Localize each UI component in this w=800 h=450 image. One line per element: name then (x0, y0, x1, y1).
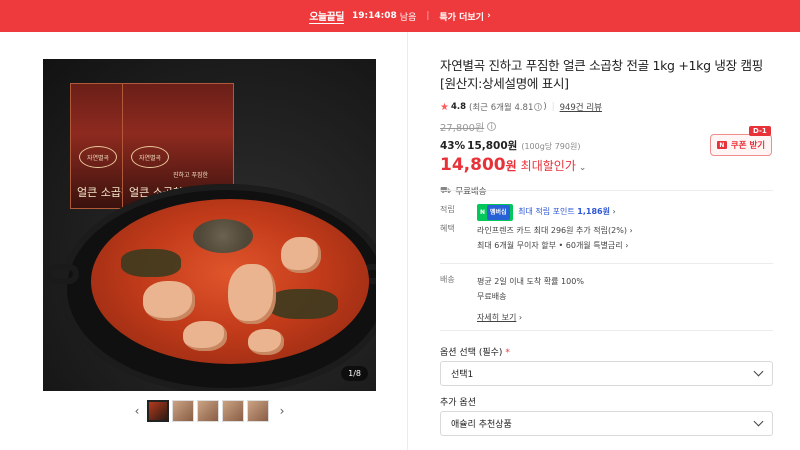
perilla-powder (193, 219, 253, 253)
package-brand-logo: 자연별곡 (131, 146, 169, 168)
original-price: 27,800원 (440, 123, 485, 134)
truck-icon: ⛟ (440, 186, 451, 197)
extra-option-label: 추가 옵션 (440, 398, 476, 408)
delivery-row: 배송 평균 2일 이내 도착 확률 100% 무료배송 자세히 보기 › (440, 274, 773, 325)
points-value[interactable]: N 멤버십 최대 적립 포인트 1,186원 › (477, 204, 616, 221)
chevron-right-icon: › (625, 241, 629, 250)
required-option-value: 선택1 (451, 370, 474, 380)
points-text: 최대 적립 포인트 (518, 207, 575, 216)
product-title: 자연별곡 진하고 푸짐한 얼큰 소곱창 전골 1kg +1kg 냉장 캠핑 [원… (440, 58, 763, 91)
deal-timer: 19:14:08 (352, 11, 397, 21)
coupon-dday-badge: D-1 (749, 126, 771, 136)
thumbnail-2[interactable] (172, 400, 194, 422)
section-divider (440, 330, 773, 331)
chevron-right-icon: › (518, 313, 523, 322)
chevron-down-icon (753, 416, 764, 427)
delivery-values: 평균 2일 이내 도착 확률 100% 무료배송 자세히 보기 › (477, 274, 584, 325)
required-option-text: 옵션 선택 (필수) (440, 348, 503, 358)
rating-score: 4.8 (450, 102, 467, 112)
shipping-row: ⛟ 무료배송 (440, 185, 773, 198)
chevron-right-icon: › (483, 11, 491, 21)
benefits-values: 라인프렌즈 카드 최대 296원 추가 적립(2%) › 최대 6개월 무이자 … (477, 223, 633, 253)
stew-tripe (143, 281, 195, 321)
delivery-label: 배송 (440, 275, 455, 284)
banner-divider: | (426, 11, 430, 21)
discount-price: 15,800원 (467, 140, 518, 152)
delivery-more-link[interactable]: 자세히 보기 › (477, 310, 522, 325)
chevron-left-icon[interactable]: ‹ (130, 400, 144, 422)
delivery-line-2: 무료배송 (477, 292, 507, 301)
required-option-label: 옵션 선택 (필수) * (440, 345, 510, 358)
delivery-line-1: 평균 2일 이내 도착 확률 100% (477, 277, 584, 286)
package-brand-logo: 자연별곡 (79, 146, 117, 168)
deal-tag: 오늘끝딜 (309, 8, 345, 24)
final-price-row[interactable]: 14,800 원 최대할인가 ⌄ (440, 155, 773, 175)
max-discount-label: 최대할인가 (520, 159, 576, 173)
product-info: 자연별곡 진하고 푸짐한 얼큰 소곱창 전골 1kg +1kg 냉장 캠핑 [원… (440, 57, 773, 197)
section-divider (440, 263, 773, 264)
product-main-image[interactable]: 자연별곡 얼큰 소곱창전골 자연별곡 진하고 푸짐한 얼큰 소곱창전골 1/8 (43, 59, 376, 391)
column-divider (407, 32, 408, 450)
required-mark: * (505, 348, 510, 358)
info-icon[interactable]: i (534, 103, 543, 111)
discount-percent: 43% (440, 140, 466, 152)
deal-banner: 오늘끝딜 19:14:08 남음 | 특가 더보기 › (0, 0, 800, 32)
rating-detail: (최근 6개월 4.81 (469, 103, 534, 113)
rating-divider: | (551, 102, 555, 112)
thumbnail-1[interactable] (147, 400, 169, 422)
delivery-more-text: 자세히 보기 (477, 313, 517, 322)
thumbnail-4[interactable] (222, 400, 244, 422)
stew-greens (121, 249, 181, 277)
stew-tripe (183, 321, 227, 351)
deal-more-link[interactable]: 특가 더보기 (439, 10, 484, 23)
thumbnail-5[interactable] (247, 400, 269, 422)
stew-greens (268, 289, 338, 319)
benefits-row: 혜택 라인프렌즈 카드 최대 296원 추가 적립(2%) › 최대 6개월 무… (440, 223, 773, 253)
chevron-right-icon[interactable]: › (275, 400, 289, 422)
package-subtitle: 진하고 푸짐한 (173, 172, 209, 179)
coupon-label: 쿠폰 받기 (730, 141, 766, 151)
section-divider (440, 190, 773, 191)
benefit-line-2[interactable]: 최대 6개월 무이자 할부 • 60개월 특별금리 › (477, 241, 628, 250)
benefit-line-2-text: 최대 6개월 무이자 할부 • 60개월 특별금리 (477, 241, 623, 250)
required-option-select[interactable]: 선택1 (440, 361, 773, 386)
original-price-row: 27,800원 i (440, 119, 773, 134)
points-row: 적립 N 멤버십 최대 적립 포인트 1,186원 › (440, 204, 773, 221)
pot-handle (45, 264, 79, 284)
final-price: 14,800 (440, 155, 506, 175)
badge-n: N (480, 209, 486, 216)
star-icon: ★ (440, 101, 449, 113)
naver-membership-badge: N 멤버십 (477, 204, 513, 221)
coupon-icon: N (716, 141, 727, 149)
extra-option-value: 애슐리 추천상품 (451, 420, 512, 430)
extra-option-select[interactable]: 애슐리 추천상품 (440, 411, 773, 436)
final-price-won: 원 (505, 159, 517, 173)
benefits-label: 혜택 (440, 224, 455, 233)
shipping-text: 무료배송 (455, 187, 487, 197)
image-counter: 1/8 (341, 366, 368, 381)
stew-tripe (281, 237, 321, 273)
chevron-down-icon: ⌄ (578, 163, 587, 173)
chevron-down-icon (753, 366, 764, 377)
thumbnail-3[interactable] (197, 400, 219, 422)
benefit-line-1-text: 라인프렌즈 카드 최대 296원 추가 적립(2%) (477, 226, 627, 235)
stew-tripe (228, 264, 276, 324)
chevron-right-icon: › (612, 207, 616, 216)
unit-price: (100g당 790원) (521, 142, 581, 151)
points-amount: 1,186원 (577, 207, 610, 216)
stew-tripe (248, 329, 284, 355)
rating-row: ★ 4.8 (최근 6개월 4.81 i ) | 949건 리뷰 (440, 101, 773, 114)
deal-remaining: 남음 (399, 12, 417, 23)
info-icon[interactable]: i (487, 122, 497, 131)
badge-plus: 멤버십 (487, 205, 510, 220)
rating-detail-close: ) (543, 102, 547, 112)
reviews-link[interactable]: 949건 리뷰 (560, 101, 602, 113)
benefit-line-1[interactable]: 라인프렌즈 카드 최대 296원 추가 적립(2%) › (477, 226, 633, 235)
coupon-button[interactable]: D-1 N 쿠폰 받기 (710, 126, 772, 156)
thumbnail-strip: ‹ › (130, 400, 289, 422)
points-label: 적립 (440, 205, 455, 214)
chevron-right-icon: › (629, 226, 633, 235)
